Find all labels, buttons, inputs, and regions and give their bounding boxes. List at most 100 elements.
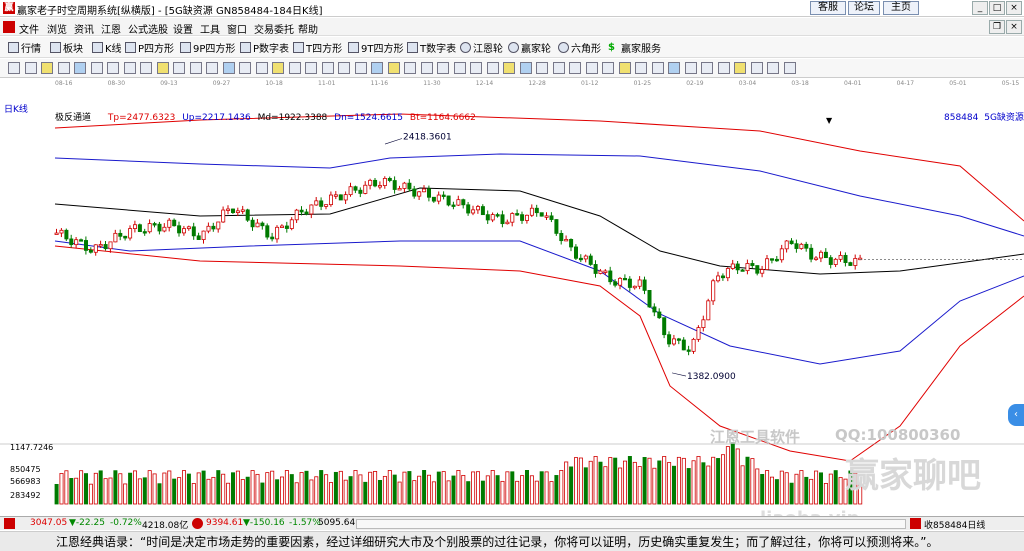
menu-browse[interactable]: 浏览 [47,21,67,36]
maximize-icon[interactable]: □ [989,1,1005,15]
candle-body [387,177,392,181]
drawing-tool-icon[interactable] [57,62,70,74]
drawing-tool-icon[interactable] [41,62,53,74]
link-kefu[interactable]: 客服 [810,1,846,15]
btn-sectors[interactable]: 板块 [50,40,83,55]
menu-gann[interactable]: 江恩 [101,21,121,36]
candle-body [255,222,260,228]
volume-bar [373,471,378,505]
drawing-tool-icon[interactable] [387,62,400,74]
date-tick: 03-18 [791,80,809,87]
drawing-tool-icon[interactable] [701,62,713,74]
drawing-tool-icon[interactable] [569,62,581,74]
drawing-tool-icon[interactable] [717,62,730,74]
drawing-tool-icon[interactable] [354,62,367,74]
drawing-tool-icon[interactable] [486,62,499,74]
drawing-tool-icon[interactable] [140,62,152,74]
drawing-tool-icon[interactable] [552,62,565,74]
minimize-icon[interactable]: _ [972,1,988,15]
btn-p-table-label: P数字表 [253,44,290,55]
volume-bar [265,472,270,505]
drawing-tool-icon[interactable] [668,62,680,74]
menu-settings[interactable]: 设置 [173,21,193,36]
chart-area[interactable]: 2418.3601 1382.0900 1147.7246 850475 566983 2… [0,96,1024,529]
btn-winner-wheel[interactable]: 赢家轮 [508,40,551,55]
volume-bar [574,457,579,505]
drawing-tool-icon[interactable] [90,62,103,74]
candle-body [716,275,721,282]
drawing-tool-icon[interactable] [453,62,466,74]
close-doc-icon[interactable]: × [1006,20,1022,34]
drawing-tool-icon[interactable] [783,62,796,74]
menu-trade[interactable]: 交易委托 [254,21,294,36]
drawing-tool-icon[interactable] [222,62,235,74]
drawing-tool-icon[interactable] [536,62,548,74]
menu-help[interactable]: 帮助 [298,21,318,36]
drawing-tool-icon[interactable] [239,62,251,74]
drawing-tool-icon[interactable] [750,62,763,74]
drawing-tool-icon[interactable] [338,62,350,74]
drawing-tool-icon[interactable] [189,62,202,74]
drawing-tool-icon[interactable] [305,62,317,74]
btn-p-table[interactable]: P数字表 [240,40,289,55]
drawing-tool-icon[interactable] [618,62,631,74]
drawing-tool-icon[interactable] [107,62,119,74]
drawing-tool-icon[interactable] [288,62,301,74]
drawing-tool-icon[interactable] [684,62,697,74]
link-luntan[interactable]: 论坛 [848,1,880,15]
drawing-tool-icon[interactable] [24,62,37,74]
drawing-tool-icon[interactable] [519,62,532,74]
menu-tools[interactable]: 工具 [200,21,220,36]
btn-t-square[interactable]: T四方形 [293,40,342,55]
drawing-tool-icon[interactable] [173,62,185,74]
btn-gann-wheel[interactable]: 江恩轮 [460,40,503,55]
volume-bar [765,470,770,505]
menu-file[interactable]: 文件 [19,21,39,36]
candle-body [848,262,853,266]
btn-kline[interactable]: K线 [92,40,122,55]
drawing-tool-icon[interactable] [8,62,20,74]
drawing-tool-icon[interactable] [272,62,284,74]
drawing-tool-icon[interactable] [503,62,515,74]
btn-hexagon[interactable]: 六角形 [558,40,601,55]
candle-body [564,239,569,242]
volume-bar [250,470,255,505]
drawing-tool-icon[interactable] [123,62,136,74]
drawing-tool-icon[interactable] [420,62,433,74]
candle-body [814,257,819,260]
menu-window[interactable]: 窗口 [227,21,247,36]
drawing-tool-icon[interactable] [74,62,86,74]
volume-axis-label: 283492 [10,491,41,500]
btn-t-table[interactable]: T数字表 [407,40,456,55]
menu-info[interactable]: 资讯 [74,21,94,36]
candle-body [843,254,848,263]
restore-icon[interactable]: ❐ [989,20,1005,34]
btn-9t-square[interactable]: 9T四方形 [348,40,403,55]
side-arrow-icon[interactable]: ‹ [1008,404,1024,426]
drawing-tool-icon[interactable] [602,62,614,74]
drawing-tool-icon[interactable] [156,62,169,74]
dropdown-arrow-icon[interactable]: ▼ [826,116,832,125]
drawing-tool-icon[interactable] [404,62,416,74]
drawing-tool-icon[interactable] [321,62,334,74]
close-icon[interactable]: × [1006,1,1022,15]
drawing-tool-icon[interactable] [585,62,598,74]
drawing-tool-icon[interactable] [437,62,449,74]
btn-service[interactable]: $ 赢家服务 [608,40,661,55]
horizontal-scrollbar[interactable] [356,519,906,529]
volume-bar [294,482,299,505]
btn-9p-square[interactable]: 9P四方形 [180,40,235,55]
btn-p-square[interactable]: P四方形 [125,40,174,55]
btn-quotes[interactable]: 行情 [8,40,41,55]
drawing-tool-icon[interactable] [635,62,647,74]
menu-formula[interactable]: 公式选股 [128,21,168,36]
drawing-tool-icon[interactable] [734,62,746,74]
drawing-tool-icon[interactable] [651,62,664,74]
drawing-tool-icon[interactable] [255,62,268,74]
link-zhuye[interactable]: 主页 [883,1,919,15]
drawing-tool-icon[interactable] [206,62,218,74]
drawing-tool-icon[interactable] [470,62,482,74]
candle-body [475,206,480,211]
drawing-tool-icon[interactable] [767,62,779,74]
drawing-tool-icon[interactable] [371,62,383,74]
